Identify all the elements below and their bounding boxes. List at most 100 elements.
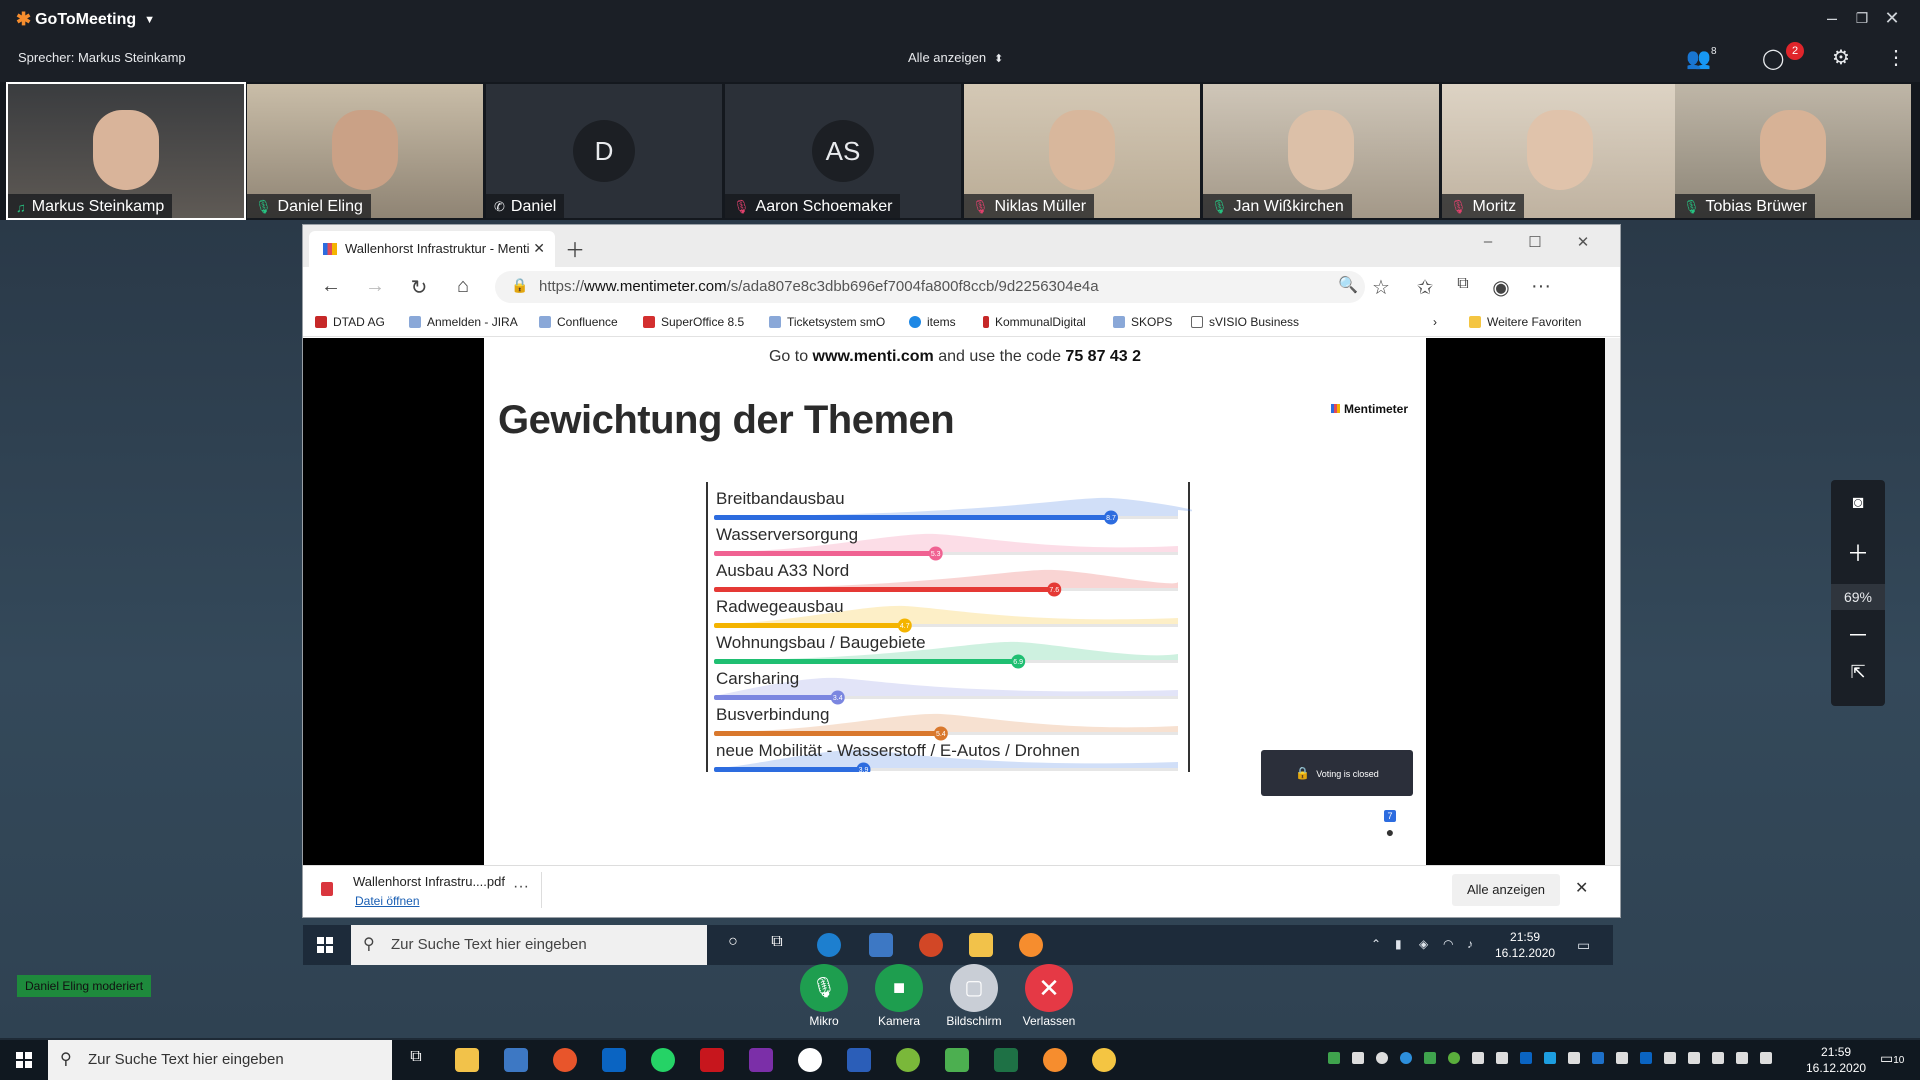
participant-tile[interactable]: D ✆ Daniel (486, 84, 722, 218)
tray-icon[interactable] (1520, 1052, 1532, 1064)
action-center-button[interactable]: ▭10 (1880, 1050, 1904, 1067)
participant-tile[interactable]: 🎙 Tobias Brüwer (1675, 84, 1911, 218)
back-button[interactable]: ← (317, 275, 345, 298)
mic-button[interactable]: 🎙 (800, 964, 848, 1012)
acrobat-button[interactable] (700, 1048, 724, 1072)
gotomeeting-button[interactable] (1043, 1048, 1067, 1072)
participant-tile[interactable]: 🎙 Moritz (1442, 84, 1678, 218)
tray-icon[interactable] (1448, 1052, 1460, 1064)
firefox-button[interactable] (553, 1048, 577, 1072)
more-options-button[interactable]: ⋮ (1886, 45, 1906, 70)
zoom-lens-icon[interactable]: 🔍 (1334, 275, 1362, 295)
task-view-button[interactable]: ⧉ (404, 1048, 428, 1072)
onenote-button[interactable] (749, 1048, 773, 1072)
windows-start-button[interactable] (16, 1052, 32, 1068)
volume-tray-icon[interactable] (1760, 1052, 1772, 1064)
browser-tab[interactable]: Wallenhorst Infrastruktur - Menti ✕ (309, 231, 555, 267)
display-tray-icon[interactable] (1712, 1052, 1724, 1064)
refresh-button[interactable]: ↻ (405, 275, 433, 300)
bookmark-item[interactable]: Ticketsystem smO (769, 315, 885, 329)
zoom-in-button[interactable]: ＋ (1831, 536, 1885, 568)
tray-icon[interactable] (1328, 1052, 1340, 1064)
favorite-star-icon[interactable]: ☆ (1367, 275, 1395, 300)
download-file-name[interactable]: Wallenhorst Infrastru....pdf (353, 874, 505, 889)
excel-button[interactable] (994, 1048, 1018, 1072)
tray-icon[interactable] (1376, 1052, 1388, 1064)
tray-icon[interactable] (1400, 1052, 1412, 1064)
camera-button[interactable]: ■ (875, 964, 923, 1012)
profile-button[interactable]: ◉ (1487, 275, 1515, 300)
tray-icon[interactable] (1640, 1052, 1652, 1064)
collections-button[interactable]: ⧉ (1449, 275, 1477, 293)
pop-out-button[interactable]: ⇱ (1831, 662, 1885, 683)
browser-minimize-button[interactable]: – (1474, 233, 1502, 250)
browser-maximize-button[interactable]: ☐ (1521, 233, 1549, 251)
bookmarks-overflow-icon[interactable]: › (1433, 315, 1437, 329)
address-bar[interactable]: 🔒 https://www.mentimeter.com/s/ada807e8c… (495, 271, 1365, 303)
show-all-toggle[interactable]: Alle anzeigen ⬍ (908, 50, 1003, 65)
forward-button[interactable]: → (361, 275, 389, 298)
settings-more-button[interactable]: ··· (1527, 275, 1555, 298)
leave-button[interactable]: ✕ (1025, 964, 1073, 1012)
screen-share-button[interactable]: ▢ (950, 964, 998, 1012)
word-button[interactable] (847, 1048, 871, 1072)
bookmark-item[interactable]: DTAD AG (315, 315, 385, 329)
mail-icon[interactable] (1496, 1052, 1508, 1064)
bookmark-item[interactable]: Confluence (539, 315, 618, 329)
home-button[interactable]: ⌂ (449, 275, 477, 298)
outlook-button[interactable] (602, 1048, 626, 1072)
microphone-tray-icon[interactable] (1664, 1052, 1676, 1064)
app-menu[interactable]: ✱ GoToMeeting ▼ (16, 9, 155, 30)
open-file-link[interactable]: Datei öffnen (355, 894, 420, 908)
participant-tile[interactable]: 🎙 Niklas Müller (964, 84, 1200, 218)
tray-icon[interactable] (1544, 1052, 1556, 1064)
more-favorites[interactable]: Weitere Favoriten (1469, 315, 1581, 329)
bookmark-item[interactable]: items (909, 315, 956, 329)
screenshot-button[interactable]: ◙ (1831, 492, 1885, 513)
close-button[interactable]: ✕ (1880, 8, 1904, 29)
participant-tile[interactable]: AS 🎙 Aaron Schoemaker (725, 84, 961, 218)
file-explorer-button[interactable] (455, 1048, 479, 1072)
vertical-scrollbar[interactable] (1605, 338, 1620, 865)
mentimeter-logo-icon (1330, 404, 1340, 413)
tray-icon[interactable] (1352, 1052, 1364, 1064)
app-yellow-button[interactable] (1092, 1048, 1116, 1072)
app-c-button[interactable] (896, 1048, 920, 1072)
dropbox-icon[interactable] (1592, 1052, 1604, 1064)
download-more-button[interactable]: ··· (513, 878, 529, 896)
browser-close-button[interactable]: ✕ (1569, 233, 1597, 251)
participant-tile[interactable]: ♫ Markus Steinkamp (6, 82, 246, 220)
participant-tile[interactable]: 🎙 Daniel Eling (247, 84, 483, 218)
zoom-out-button[interactable]: － (1831, 618, 1885, 650)
bookmark-item[interactable]: KommunalDigital (983, 315, 1086, 329)
bookmark-item[interactable]: SuperOffice 8.5 (643, 315, 744, 329)
restore-button[interactable]: ❐ (1850, 10, 1874, 27)
store-button[interactable] (504, 1048, 528, 1072)
bookmark-item[interactable]: SKOPS (1113, 315, 1172, 329)
tray-icon[interactable] (1616, 1052, 1628, 1064)
ranking-chart-svg: Breitbandausbau 8.7 Wasserversorgung 5.3 Aus… (714, 489, 1196, 777)
sheet-button[interactable] (945, 1048, 969, 1072)
new-tab-button[interactable]: ＋ (565, 234, 585, 263)
close-download-bar-icon[interactable]: ✕ (1575, 878, 1588, 898)
whatsapp-button[interactable] (651, 1048, 675, 1072)
show-all-downloads-button[interactable]: Alle anzeigen (1452, 874, 1560, 906)
taskbar-clock[interactable]: 21:59 16.12.2020 (1806, 1044, 1866, 1076)
wifi-tray-icon[interactable] (1736, 1052, 1748, 1064)
participants-button[interactable]: 👥 (1686, 46, 1711, 71)
taskbar-search-box[interactable]: ⚲ Zur Suche Text hier eingeben (48, 1040, 392, 1080)
bookmark-item[interactable]: Anmelden - JIRA (409, 315, 518, 329)
minimize-button[interactable]: – (1820, 8, 1844, 29)
tray-icon[interactable] (1568, 1052, 1580, 1064)
bookmark-item[interactable]: sVISIO Business (1191, 315, 1299, 329)
chat-button[interactable]: ◯ (1762, 46, 1784, 71)
settings-button[interactable]: ⚙ (1832, 45, 1850, 70)
participant-tile[interactable]: 🎙 Jan Wißkirchen (1203, 84, 1439, 218)
app-button[interactable] (798, 1048, 822, 1072)
tray-icon[interactable] (1424, 1052, 1436, 1064)
network-tray-icon[interactable] (1688, 1052, 1700, 1064)
value-label: 4.7 (900, 623, 910, 630)
favorites-button[interactable]: ✩ (1411, 275, 1439, 300)
close-tab-icon[interactable]: ✕ (533, 240, 545, 257)
cloud-icon[interactable] (1472, 1052, 1484, 1064)
